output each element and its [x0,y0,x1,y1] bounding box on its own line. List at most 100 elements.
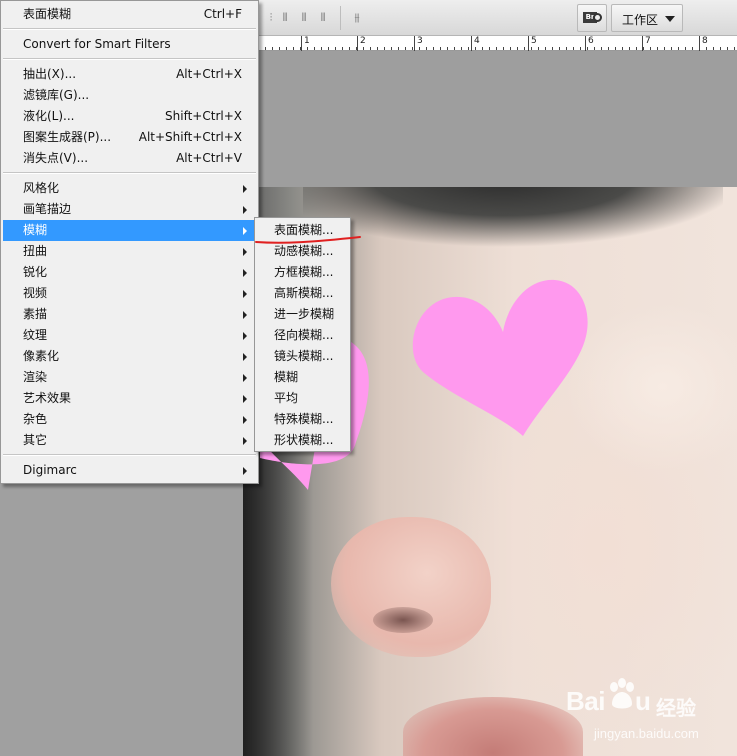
ruler-tick [642,36,643,51]
submenu-item-shape-blur[interactable]: 形状模糊... [257,430,348,451]
ruler-label: 6 [588,36,594,46]
ruler-label: 4 [474,36,480,46]
ruler-tick [528,36,529,51]
menu-item-label: 像素化 [23,349,60,363]
menu-item-label: 锐化 [23,265,48,279]
menu-item-label: 杂色 [23,412,48,426]
heart-sticker-right [412,279,588,436]
menu-item-extract[interactable]: 抽出(X)... Alt+Ctrl+X [3,64,256,85]
align-right-icon[interactable]: ⫴ [314,10,332,26]
menu-item-label: 艺术效果 [23,391,72,405]
menu-item-sharpen[interactable]: 锐化 [3,262,256,283]
menu-item-label: 表面模糊 [23,7,72,21]
submenu-item-label: 形状模糊... [274,433,334,447]
align-hcenter-icon[interactable]: ⫴ [295,10,313,26]
menu-separator [3,172,256,174]
ruler-label: 1 [304,36,310,46]
menu-item-label: 图案生成器(P)... [23,130,112,144]
menu-item-label: 视频 [23,286,48,300]
ruler-tick [301,36,302,51]
menu-item-distort[interactable]: 扭曲 [3,241,256,262]
menu-item-filter-gallery[interactable]: 滤镜库(G)... [3,85,256,106]
submenu-arrow-icon [243,290,247,298]
menu-item-label: Digimarc [23,463,77,477]
submenu-item-box-blur[interactable]: 方框模糊... [257,262,348,283]
ruler-tick [414,36,415,51]
workspace-button[interactable]: 工作区 [611,4,683,32]
menu-item-render[interactable]: 渲染 [3,367,256,388]
menu-item-label: 渲染 [23,370,48,384]
submenu-arrow-icon [243,206,247,214]
menu-item-last-filter[interactable]: 表面模糊 Ctrl+F [3,4,256,25]
submenu-arrow-icon [243,416,247,424]
menu-item-other[interactable]: 其它 [3,430,256,451]
menu-item-digimarc[interactable]: Digimarc [3,460,256,481]
submenu-arrow-icon [243,332,247,340]
menu-item-pixelate[interactable]: 像素化 [3,346,256,367]
menu-item-liquify[interactable]: 液化(L)... Shift+Ctrl+X [3,106,256,127]
blur-submenu: 表面模糊... 动感模糊... 方框模糊... 高斯模糊... 进一步模糊 径向… [254,217,351,452]
align-left-icon[interactable]: ⫴ [276,10,294,26]
submenu-item-average[interactable]: 平均 [257,388,348,409]
menu-item-convert-smart-filters[interactable]: Convert for Smart Filters [3,34,256,55]
magnifier-icon [593,13,602,22]
auto-align-icon[interactable]: ⫵ [348,10,366,26]
ruler-label: 2 [360,36,366,46]
menu-separator [3,28,256,30]
ruler-label: 5 [531,36,537,46]
menu-item-label: 素描 [23,307,48,321]
submenu-arrow-icon [243,374,247,382]
menu-separator [3,58,256,60]
submenu-item-blur-more[interactable]: 进一步模糊 [257,304,348,325]
submenu-arrow-icon [243,437,247,445]
menu-item-label: 风格化 [23,181,60,195]
menu-item-label: 液化(L)... [23,109,75,123]
submenu-item-label: 动感模糊... [274,244,334,258]
submenu-item-label: 平均 [274,391,299,405]
ruler-label: 3 [417,36,423,46]
menu-item-shortcut: Shift+Ctrl+X [165,109,242,123]
menu-item-label: 消失点(V)... [23,151,89,165]
toolbar-divider [340,6,341,30]
submenu-arrow-icon [243,185,247,193]
menu-item-texture[interactable]: 纹理 [3,325,256,346]
menu-item-shortcut: Alt+Ctrl+X [176,67,242,81]
ruler-tick [357,36,358,51]
menu-item-label: 模糊 [23,223,48,237]
submenu-item-lens-blur[interactable]: 镜头模糊... [257,346,348,367]
menu-item-video[interactable]: 视频 [3,283,256,304]
menu-item-sketch[interactable]: 素描 [3,304,256,325]
submenu-item-label: 高斯模糊... [274,286,334,300]
menu-item-label: 纹理 [23,328,48,342]
submenu-item-label: 镜头模糊... [274,349,334,363]
menu-item-label: 抽出(X)... [23,67,77,81]
menu-item-blur[interactable]: 模糊 [3,220,256,241]
submenu-item-radial-blur[interactable]: 径向模糊... [257,325,348,346]
submenu-arrow-icon [243,248,247,256]
menu-item-shortcut: Alt+Ctrl+V [176,151,242,165]
submenu-item-label: 径向模糊... [274,328,334,342]
menu-item-artistic[interactable]: 艺术效果 [3,388,256,409]
horizontal-ruler[interactable]: 1 2 3 4 5 6 7 8 [258,36,737,51]
submenu-item-label: 进一步模糊 [274,307,335,321]
baidu-jingyan-watermark: Bai u 经验 jingyan.baidu.com [566,676,736,756]
menu-item-stylize[interactable]: 风格化 [3,178,256,199]
submenu-item-blur[interactable]: 模糊 [257,367,348,388]
menu-item-pattern-maker[interactable]: 图案生成器(P)... Alt+Shift+Ctrl+X [3,127,256,148]
submenu-item-smart-blur[interactable]: 特殊模糊... [257,409,348,430]
workspace-label: 工作区 [622,13,659,27]
ruler-tick [699,36,700,51]
submenu-item-motion-blur[interactable]: 动感模糊... [257,241,348,262]
submenu-item-gaussian-blur[interactable]: 高斯模糊... [257,283,348,304]
menu-item-label: 画笔描边 [23,202,72,216]
menu-item-noise[interactable]: 杂色 [3,409,256,430]
submenu-arrow-icon [243,227,247,235]
filter-menu: 表面模糊 Ctrl+F Convert for Smart Filters 抽出… [0,0,259,484]
menu-item-vanishing-point[interactable]: 消失点(V)... Alt+Ctrl+V [3,148,256,169]
menu-item-brush-strokes[interactable]: 画笔描边 [3,199,256,220]
go-to-bridge-button[interactable]: Br [577,4,607,32]
menu-separator [3,454,256,456]
chevron-down-icon [665,16,675,22]
submenu-item-surface-blur[interactable]: 表面模糊... [257,220,348,241]
watermark-jingyan: 经验 [656,696,696,720]
